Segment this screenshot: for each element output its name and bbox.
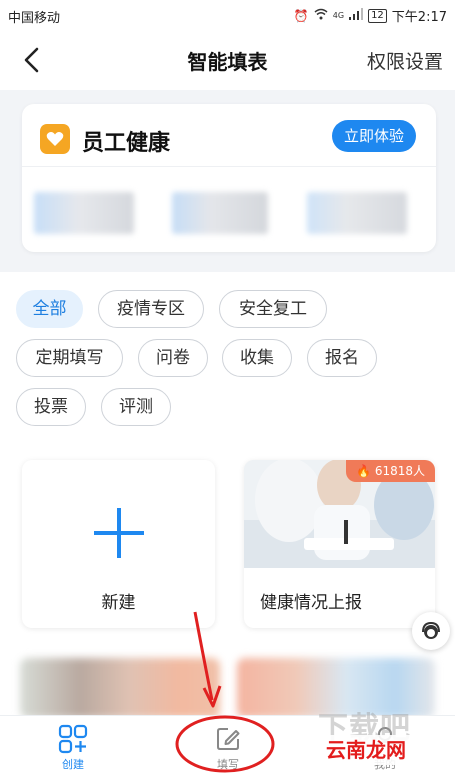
employee-health-card[interactable]: 员工健康 立即体验 (22, 104, 436, 252)
alarm-icon: ⏰ (293, 8, 309, 23)
nav-bar: 智能填表 权限设置 (0, 30, 455, 90)
edit-icon (217, 728, 240, 750)
signal-icon (349, 8, 364, 23)
blurred-feature-3 (307, 192, 407, 234)
tag-epidemic[interactable]: 疫情专区 (98, 290, 204, 328)
tab-fill-label: 填写 (217, 758, 239, 771)
health-report-card[interactable]: 🔥 61818人 健康情况上报 (244, 460, 435, 628)
blurred-template-card (237, 658, 435, 718)
battery-indicator: 12 (368, 8, 387, 23)
chevron-left-icon (24, 47, 39, 73)
tab-create-label: 创建 (62, 758, 84, 771)
tag-periodic[interactable]: 定期填写 (16, 339, 123, 377)
status-bar: 中国移动 ⏰ 4G 12 下午2:17 (0, 0, 455, 30)
customer-service-button[interactable] (412, 612, 450, 650)
health-report-image: 🔥 61818人 (244, 460, 435, 568)
new-form-card[interactable]: 新建 (22, 460, 215, 628)
status-icons: ⏰ 4G 12 下午2:17 (294, 6, 447, 25)
site-watermark-badge: 云南龙网 (320, 735, 412, 765)
health-report-label: 健康情况上报 (260, 593, 362, 613)
tag-signup[interactable]: 报名 (307, 339, 377, 377)
flame-icon: 🔥 (356, 464, 371, 478)
divider (22, 166, 436, 167)
health-card-title: 员工健康 (82, 131, 171, 156)
tag-evaluation[interactable]: 评测 (101, 388, 171, 426)
tag-resume-work[interactable]: 安全复工 (219, 290, 327, 328)
tab-fill[interactable]: 填写 (183, 716, 273, 774)
plus-icon (93, 508, 144, 558)
try-now-button[interactable]: 立即体验 (331, 120, 416, 152)
carrier-name: 中国移动 (8, 11, 61, 26)
participant-count-badge: 🔥 61818人 (346, 460, 435, 482)
tag-collect[interactable]: 收集 (222, 339, 292, 377)
blurred-feature-2 (172, 192, 268, 234)
permission-settings-link[interactable]: 权限设置 (367, 47, 443, 74)
blurred-template-card (20, 658, 220, 718)
heart-icon (40, 124, 70, 154)
wifi-icon (314, 8, 328, 23)
new-form-label: 新建 (101, 593, 136, 613)
tag-vote[interactable]: 投票 (16, 388, 86, 426)
banner-area: 员工健康 立即体验 (0, 90, 455, 272)
blurred-feature-1 (34, 192, 134, 234)
headset-icon (422, 621, 440, 639)
create-grid-icon (58, 724, 88, 754)
tag-questionnaire[interactable]: 问卷 (138, 339, 208, 377)
tab-create[interactable]: 创建 (28, 716, 118, 774)
network-type: 4G (332, 11, 345, 20)
clock: 下午2:17 (391, 10, 447, 25)
participant-count: 61818人 (374, 464, 425, 478)
tag-all[interactable]: 全部 (16, 290, 83, 328)
back-button[interactable] (16, 42, 46, 78)
